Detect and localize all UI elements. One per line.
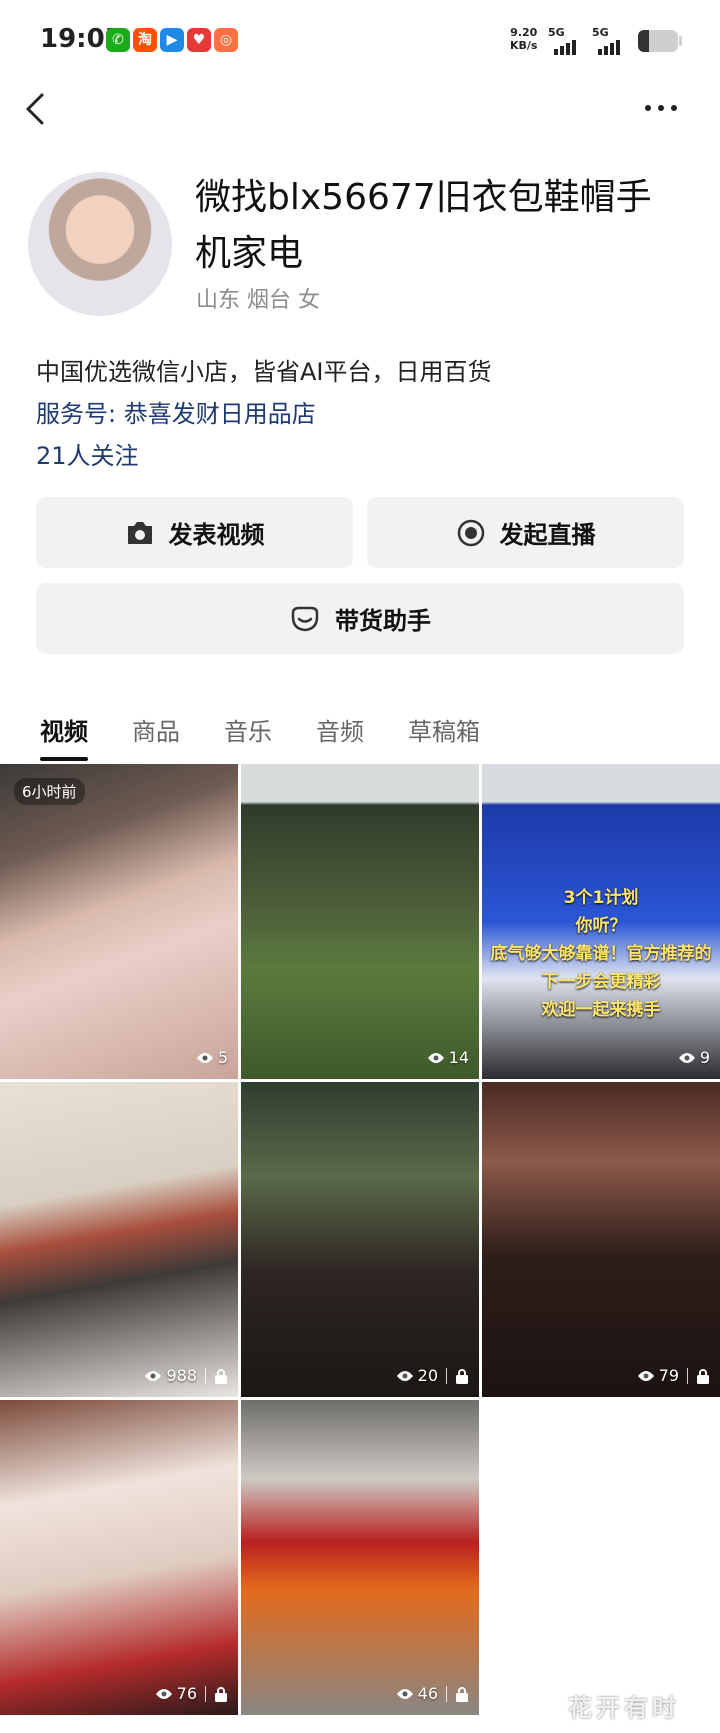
view-count: 79: [637, 1366, 710, 1385]
video-thumbnail[interactable]: 76: [0, 1400, 238, 1715]
thumbnail-caption: 3个1计划 你听？ 底气够大够靠谱！官方推荐的 下一步会更精彩 欢迎一起来携手: [490, 888, 712, 1020]
back-button[interactable]: [22, 92, 52, 126]
wechat-icon: ✆: [106, 28, 130, 52]
video-thumbnail[interactable]: 14: [241, 764, 479, 1079]
eye-icon: [637, 1370, 654, 1381]
lock-icon: [215, 1368, 227, 1384]
profile-bio: 中国优选微信小店，皆省AI平台，日用百货: [36, 358, 492, 386]
tab-videos[interactable]: 视频: [40, 712, 88, 761]
post-time-badge: 6小时前: [14, 778, 85, 805]
divider: [205, 1685, 206, 1702]
heart-app-icon: ♥: [187, 28, 211, 52]
start-live-label: 发起直播: [499, 521, 596, 549]
sales-helper-label: 带货助手: [335, 607, 431, 635]
chevron-left-icon: [26, 93, 44, 125]
view-count: 46: [396, 1684, 469, 1703]
video-thumbnail[interactable]: 988: [0, 1082, 238, 1397]
signal-strength-icon: [598, 40, 620, 55]
video-thumbnail[interactable]: 6小时前 5: [0, 764, 238, 1079]
signal-strength-icon: [554, 40, 576, 55]
grid-app-icon: ◎: [214, 28, 238, 52]
video-thumbnail[interactable]: 46: [241, 1400, 479, 1715]
taobao-icon: 淘: [133, 28, 157, 52]
video-thumbnail[interactable]: 20: [241, 1082, 479, 1397]
tab-audio[interactable]: 音频: [316, 712, 364, 747]
more-icon: [645, 105, 677, 111]
eye-icon: [427, 1052, 444, 1063]
lock-icon: [456, 1686, 468, 1702]
view-count: 988: [144, 1366, 228, 1385]
network-speed: 9.20 KB/s: [510, 26, 538, 52]
view-count-value: 76: [176, 1684, 197, 1703]
view-count-value: 988: [166, 1366, 197, 1385]
more-options-button[interactable]: [642, 96, 680, 120]
view-count-value: 5: [217, 1048, 228, 1067]
sales-helper-button[interactable]: 带货助手: [36, 583, 684, 654]
signal-label-2: 5G: [592, 26, 609, 39]
view-count-value: 14: [448, 1048, 469, 1067]
view-count-value: 20: [417, 1366, 438, 1385]
tab-drafts[interactable]: 草稿箱: [408, 712, 480, 747]
start-live-button[interactable]: 发起直播: [367, 497, 684, 568]
service-account-link[interactable]: 服务号: 恭喜发财日用品店: [36, 394, 316, 429]
video-thumbnail[interactable]: 3个1计划 你听？ 底气够大够靠谱！官方推荐的 下一步会更精彩 欢迎一起来携手 …: [482, 764, 720, 1079]
followers-count[interactable]: 21人关注: [36, 436, 139, 471]
profile-location: 山东 烟台 女: [196, 288, 320, 313]
divider: [446, 1685, 447, 1702]
content-tabs: 视频 商品 音乐 音频 草稿箱: [40, 712, 480, 761]
view-count-value: 79: [658, 1366, 679, 1385]
divider: [446, 1367, 447, 1384]
profile-nickname: 微找blx56677旧衣包鞋帽手机家电: [195, 177, 652, 274]
eye-icon: [155, 1688, 172, 1699]
battery-icon: [638, 30, 678, 52]
view-count: 5: [196, 1048, 228, 1067]
live-record-icon: [457, 519, 484, 546]
video-grid: 6小时前 5 14 3个1计划 你听？ 底气够大够靠谱！官方推荐的 下一步会更精…: [0, 764, 720, 1715]
eye-icon: [396, 1370, 413, 1381]
eye-icon: [145, 1370, 162, 1381]
lock-icon: [697, 1368, 709, 1384]
lock-icon: [456, 1368, 468, 1384]
video-thumbnail[interactable]: 79: [482, 1082, 720, 1397]
view-count-value: 9: [699, 1048, 710, 1067]
browser-icon: ▶: [160, 28, 184, 52]
tab-music[interactable]: 音乐: [224, 712, 272, 747]
avatar[interactable]: [28, 172, 172, 316]
camera-icon: [127, 521, 152, 544]
watermark: 花开有时: [568, 1694, 680, 1722]
view-count: 14: [427, 1048, 469, 1067]
post-video-label: 发表视频: [168, 521, 265, 549]
shop-bag-icon: [291, 606, 319, 631]
divider: [687, 1367, 688, 1384]
status-bar: 19:05 ✆ 淘 ▶ ♥ ◎ 9.20 KB/s 5G 5G: [0, 0, 720, 84]
view-count: 9: [678, 1048, 710, 1067]
view-count-value: 46: [417, 1684, 438, 1703]
lock-icon: [215, 1686, 227, 1702]
signal-label-1: 5G: [548, 26, 565, 39]
eye-icon: [196, 1052, 213, 1063]
divider: [205, 1367, 206, 1384]
eye-icon: [678, 1052, 695, 1063]
battery-tip: [679, 36, 682, 46]
post-video-button[interactable]: 发表视频: [36, 497, 353, 568]
tab-products[interactable]: 商品: [132, 712, 180, 747]
eye-icon: [396, 1688, 413, 1699]
view-count: 20: [396, 1366, 469, 1385]
view-count: 76: [155, 1684, 228, 1703]
